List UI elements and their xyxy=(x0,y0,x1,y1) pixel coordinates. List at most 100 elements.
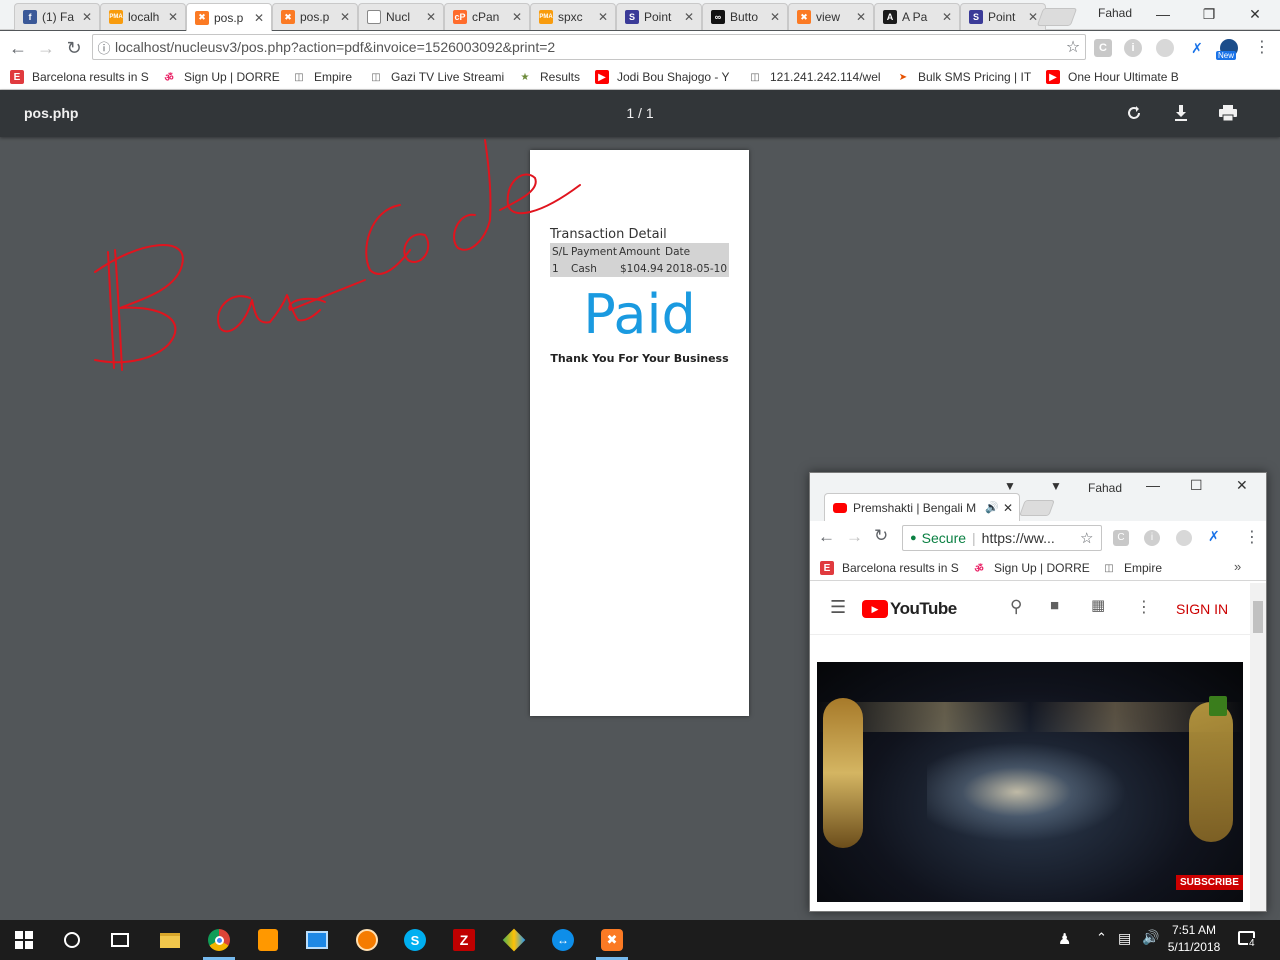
close-window-button[interactable]: ✕ xyxy=(1232,0,1278,28)
clock-time[interactable]: 7:51 AM xyxy=(1164,923,1224,937)
tab-close-icon[interactable]: ✕ xyxy=(597,10,609,24)
extension-grey-icon[interactable] xyxy=(1156,39,1174,57)
browser-tab[interactable]: Nucl ✕ xyxy=(358,3,444,30)
popup-url[interactable]: https://ww... xyxy=(982,530,1055,546)
popup-maximize-icon[interactable]: ☐ xyxy=(1190,477,1203,494)
task-view-button[interactable] xyxy=(106,926,134,954)
browser-tab[interactable]: PMA localh ✕ xyxy=(100,3,186,30)
tab-close-icon[interactable]: ✕ xyxy=(855,10,867,24)
tab-close-icon[interactable]: ✕ xyxy=(941,10,953,24)
rotate-button[interactable] xyxy=(1122,101,1146,125)
popup-extension-grey-icon[interactable] xyxy=(1176,530,1192,546)
tab-close-icon[interactable]: ✕ xyxy=(425,10,437,24)
popup-close-icon[interactable]: ✕ xyxy=(1236,477,1248,494)
apps-grid-icon[interactable]: ▦ xyxy=(1091,596,1105,614)
search-icon[interactable]: ⚲ xyxy=(1010,597,1022,617)
network-icon[interactable]: ▤ xyxy=(1118,930,1131,947)
bookmark-item[interactable]: ॐ Sign Up | DORRE xyxy=(162,68,279,86)
popup-reload-button[interactable]: ↻ xyxy=(874,526,888,546)
browser-tab[interactable]: A A Pa ✕ xyxy=(874,3,960,30)
taskbar-sublime[interactable] xyxy=(254,926,282,954)
tab-close-icon[interactable]: ✕ xyxy=(511,10,523,24)
popup-minimize-icon[interactable]: — xyxy=(1146,477,1160,493)
popup-pin-icon[interactable]: ▼ xyxy=(1004,479,1016,493)
popup-profile-name[interactable]: Fahad xyxy=(1088,481,1122,495)
profile-name[interactable]: Fahad xyxy=(1098,6,1132,20)
info-icon[interactable]: ⓘ xyxy=(93,38,115,57)
print-button[interactable] xyxy=(1216,101,1240,125)
popup-tab[interactable]: Premshakti | Bengali M 🔊 ✕ xyxy=(824,493,1020,521)
bookmark-item[interactable]: ▶ Jodi Bou Shajogo - Y xyxy=(595,68,730,86)
browser-tab[interactable]: ✖ pos.p ✕ xyxy=(186,3,272,31)
browser-tab[interactable]: S Point ✕ xyxy=(960,3,1046,30)
bookmark-item[interactable]: ▶ One Hour Ultimate B xyxy=(1046,68,1179,86)
browser-tab[interactable]: cP cPan ✕ xyxy=(444,3,530,30)
windows-start-button[interactable] xyxy=(10,926,38,954)
show-hidden-icons-chevron-icon[interactable]: ⌃ xyxy=(1096,930,1107,946)
popup-extension-info-icon[interactable]: i xyxy=(1144,530,1160,546)
taskbar-git[interactable] xyxy=(500,926,528,954)
popup-pushpin-icon[interactable]: ▼ xyxy=(1050,479,1062,493)
taskbar-skype[interactable]: S xyxy=(401,926,429,954)
browser-tab[interactable]: PMA spxc ✕ xyxy=(530,3,616,30)
download-button[interactable] xyxy=(1169,101,1193,125)
popup-scrollbar[interactable] xyxy=(1250,583,1266,911)
youtube-video-player[interactable]: SUBSCRIBE xyxy=(817,662,1243,902)
tab-close-icon[interactable]: ✕ xyxy=(81,10,93,24)
tab-close-icon[interactable]: ✕ xyxy=(683,10,695,24)
upload-video-icon[interactable]: ■ xyxy=(1050,597,1059,614)
action-center-button[interactable]: 4 xyxy=(1236,928,1260,952)
extension-c-icon[interactable]: C xyxy=(1094,39,1112,57)
address-bar[interactable]: ⓘ localhost/nucleusv3/pos.php?action=pdf… xyxy=(92,34,1086,60)
subscribe-badge[interactable]: SUBSCRIBE xyxy=(1176,875,1243,890)
bookmark-item[interactable]: ◫ Gazi TV Live Streami xyxy=(369,68,504,86)
browser-tab[interactable]: f (1) Fa ✕ xyxy=(14,3,100,30)
taskbar-xampp[interactable]: ✖ xyxy=(598,926,626,954)
hamburger-menu-icon[interactable]: ☰ xyxy=(830,597,846,618)
taskbar-app-orange[interactable] xyxy=(353,926,381,954)
extension-tool-icon[interactable]: ✗ xyxy=(1188,39,1206,57)
popup-address-bar[interactable]: ● Secure | https://ww... xyxy=(902,525,1102,551)
tab-close-icon[interactable]: ✕ xyxy=(339,10,351,24)
taskbar-file-explorer[interactable] xyxy=(156,926,184,954)
address-url[interactable]: localhost/nucleusv3/pos.php?action=pdf&i… xyxy=(115,39,1061,55)
bookmark-item[interactable]: ◫ 121.241.242.114/wel xyxy=(748,68,880,86)
tab-close-icon[interactable]: ✕ xyxy=(253,11,265,25)
youtube-logo[interactable]: ▶ YouTube xyxy=(862,599,957,619)
taskbar-teamviewer[interactable]: ↔ xyxy=(549,926,577,954)
browser-tab[interactable]: ∞ Butto ✕ xyxy=(702,3,788,30)
more-options-icon[interactable]: ⋮ xyxy=(1136,597,1152,617)
bookmark-item[interactable]: E Barcelona results in S xyxy=(10,68,149,86)
popup-new-tab-button[interactable] xyxy=(1019,500,1055,516)
back-button[interactable]: ← xyxy=(6,36,30,60)
bookmark-item[interactable]: ★ Results xyxy=(518,68,581,86)
popup-tab-close-icon[interactable]: ✕ xyxy=(1003,501,1013,515)
minimize-window-button[interactable]: — xyxy=(1140,0,1186,28)
people-icon[interactable]: ♟ xyxy=(1058,930,1071,948)
taskbar-app-window[interactable] xyxy=(303,926,331,954)
browser-tab[interactable]: ✖ pos.p ✕ xyxy=(272,3,358,30)
cortana-button[interactable] xyxy=(58,926,86,954)
bookmarks-overflow-icon[interactable]: » xyxy=(1234,559,1241,574)
tab-close-icon[interactable]: ✕ xyxy=(167,10,179,24)
popup-extension-tool-icon[interactable]: ✗ xyxy=(1208,528,1220,545)
bookmark-item[interactable]: ◫ Empire xyxy=(1102,559,1162,577)
clock-date[interactable]: 5/11/2018 xyxy=(1164,940,1224,954)
new-tab-button[interactable] xyxy=(1036,8,1078,26)
bookmark-item[interactable]: ◫ Empire xyxy=(292,68,352,86)
popup-extension-c-icon[interactable]: C xyxy=(1113,530,1129,546)
popup-chrome-menu-icon[interactable]: ⋮ xyxy=(1244,527,1260,547)
reload-button[interactable]: ↻ xyxy=(62,36,86,60)
popup-back-button[interactable]: ← xyxy=(818,527,835,547)
taskbar-chrome[interactable] xyxy=(205,926,233,954)
extension-info-icon[interactable]: i xyxy=(1124,39,1142,57)
chrome-menu-button[interactable]: ⋮ xyxy=(1254,37,1270,57)
bookmark-item[interactable]: ॐ Sign Up | DORRE xyxy=(972,559,1089,577)
volume-icon[interactable]: 🔊 xyxy=(1142,929,1159,946)
popup-forward-button[interactable]: → xyxy=(846,527,863,547)
taskbar-filezilla[interactable]: Z xyxy=(450,926,478,954)
popup-scrollbar-thumb[interactable] xyxy=(1253,601,1263,633)
tab-close-icon[interactable]: ✕ xyxy=(769,10,781,24)
restore-window-button[interactable]: ❐ xyxy=(1186,0,1232,28)
bookmark-star-icon[interactable]: ☆ xyxy=(1061,37,1085,57)
